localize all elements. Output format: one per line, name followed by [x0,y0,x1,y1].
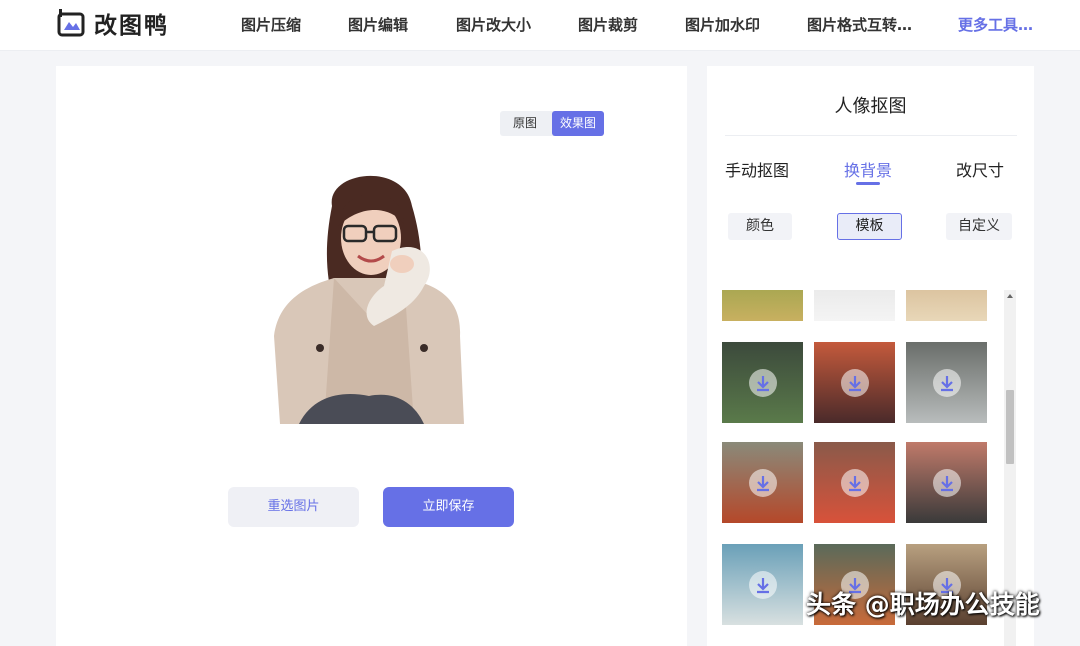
nav-image-watermark[interactable]: 图片加水印 [685,14,760,35]
scrollbar-thumb[interactable] [1006,390,1014,464]
watermark-text: 头条 @职场办公技能 [806,590,1040,619]
toggle-effect[interactable]: 效果图 [552,111,604,136]
nav-image-format-convert[interactable]: 图片格式互转… [807,14,912,35]
template-thumb[interactable] [906,342,987,423]
panel-divider [725,135,1017,136]
logo-icon [57,9,85,37]
nav-image-crop[interactable]: 图片裁剪 [578,14,638,35]
tab-manual-cutout[interactable]: 手动抠图 [725,157,789,181]
template-thumb[interactable] [906,290,987,321]
template-thumb[interactable] [906,442,987,523]
tool-panel: 人像抠图 手动抠图 换背景 改尺寸 颜色 模板 自定义 [707,66,1034,646]
download-icon[interactable] [841,369,869,397]
nav-image-resize[interactable]: 图片改大小 [456,14,531,35]
template-thumb[interactable] [814,342,895,423]
template-thumb[interactable] [814,442,895,523]
download-icon[interactable] [749,469,777,497]
site-logo[interactable]: 改图鸭 [56,7,169,39]
download-icon[interactable] [841,469,869,497]
nav-more-tools[interactable]: 更多工具… [958,14,1033,35]
scroll-up-arrow-icon[interactable] [1006,292,1014,300]
save-now-button[interactable]: 立即保存 [383,487,514,527]
template-thumb[interactable] [722,442,803,523]
tab-change-background[interactable]: 换背景 [844,157,892,181]
template-thumb[interactable] [814,290,895,321]
panel-title: 人像抠图 [834,96,907,117]
view-toggle: 原图 效果图 [500,111,604,136]
toggle-original[interactable]: 原图 [500,111,550,136]
download-icon[interactable] [749,571,777,599]
download-icon[interactable] [749,369,777,397]
logo-text: 改图鸭 [94,13,169,39]
nav-image-compress[interactable]: 图片压缩 [241,14,301,35]
reselect-image-button[interactable]: 重选图片 [228,487,359,527]
nav-image-edit[interactable]: 图片编辑 [348,14,408,35]
template-thumb[interactable] [722,290,803,321]
chip-color[interactable]: 颜色 [728,213,792,240]
template-thumb[interactable] [722,544,803,625]
chip-custom[interactable]: 自定义 [946,213,1012,240]
download-icon[interactable] [933,469,961,497]
top-nav-bar: 改图鸭 图片压缩 图片编辑 图片改大小 图片裁剪 图片加水印 图片格式互转… 更… [0,0,1080,51]
chip-template[interactable]: 模板 [837,213,902,240]
active-tab-indicator [856,182,880,185]
preview-card: 原图 效果图 重选图片 立即保存 [56,66,687,646]
download-icon[interactable] [933,369,961,397]
tab-resize[interactable]: 改尺寸 [956,157,1004,181]
template-thumb[interactable] [722,342,803,423]
cutout-portrait [274,175,464,424]
